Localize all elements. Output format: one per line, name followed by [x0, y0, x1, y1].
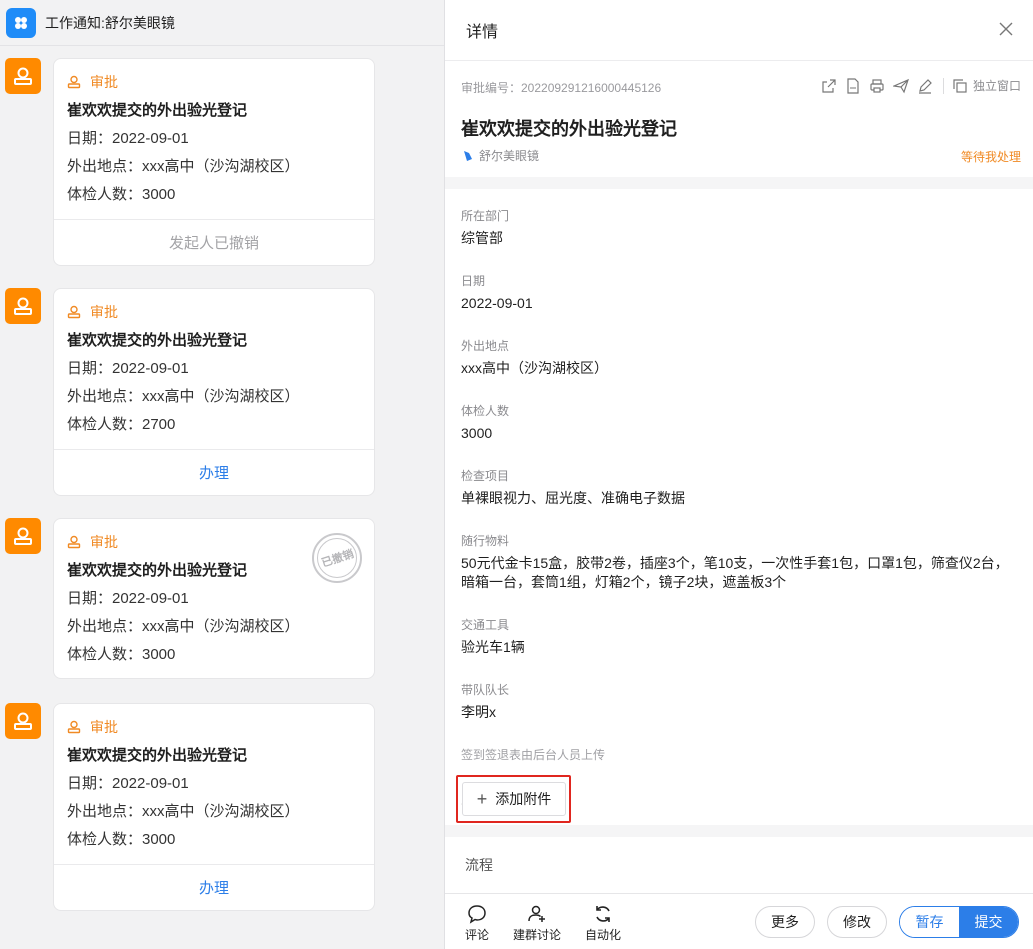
modify-button[interactable]: 修改 — [827, 906, 887, 938]
card-count: 体检人数：2700 — [67, 416, 176, 433]
card-count: 体检人数：3000 — [67, 186, 176, 203]
handle-button[interactable]: 办理 — [54, 449, 374, 495]
card-title: 崔欢欢提交的外出验光登记 — [67, 102, 248, 119]
process-section[interactable]: 流程 — [445, 837, 1033, 893]
revoked-stamp-text: 已撤销 — [319, 548, 355, 570]
approval-title: 崔欢欢提交的外出验光登记 — [461, 119, 677, 139]
close-icon[interactable] — [997, 20, 1015, 38]
approval-card[interactable]: 审批 崔欢欢提交的外出验光登记 日期：2022-09-01 外出地点：xxx高中… — [53, 58, 375, 266]
pdf-icon[interactable] — [845, 77, 861, 94]
detail-toolbar: 独立窗口 — [813, 77, 1021, 94]
approval-tag: 审批 — [67, 303, 374, 321]
organization: 舒尔美眼镜 — [463, 147, 539, 164]
send-icon[interactable] — [892, 78, 909, 94]
detail-header: 详情 — [445, 0, 1033, 61]
detail-panel: 详情 审批编号：202209291216000445126 独立窗口 崔欢欢提交… — [444, 0, 1033, 949]
approval-form: 所在部门 综管部 日期 2022-09-01 外出地点 xxx高中（沙沟湖校区）… — [445, 189, 1033, 825]
conversation-title: 工作通知:舒尔美眼镜 — [45, 14, 175, 31]
save-submit-group: 暂存 提交 — [899, 906, 1019, 938]
card-location: 外出地点：xxx高中（沙沟湖校区） — [67, 803, 300, 820]
field-exam-count: 体检人数 3000 — [461, 404, 510, 441]
approval-card[interactable]: 审批 崔欢欢提交的外出验光登记 日期：2022-09-01 外出地点：xxx高中… — [53, 518, 375, 679]
card-date: 日期：2022-09-01 — [67, 590, 189, 607]
field-team-leader: 带队队长 李明x — [461, 683, 510, 720]
card-count: 体检人数：3000 — [67, 646, 176, 663]
approval-card[interactable]: 审批 崔欢欢提交的外出验光登记 日期：2022-09-01 外出地点：xxx高中… — [53, 703, 375, 911]
status-badge: 等待我处理 — [960, 150, 1021, 164]
plus-icon: + — [476, 789, 488, 809]
revoked-stamp: 已撤销 — [312, 533, 362, 583]
card-date: 日期：2022-09-01 — [67, 775, 189, 792]
comment-action[interactable]: 评论 — [465, 904, 489, 943]
sender-avatar-icon[interactable] — [5, 58, 41, 94]
approval-tag: 审批 — [67, 73, 374, 91]
card-location: 外出地点：xxx高中（沙沟湖校区） — [67, 618, 300, 635]
organization-icon — [464, 150, 472, 161]
sender-avatar-icon[interactable] — [5, 518, 41, 554]
group-add-icon — [528, 905, 545, 922]
stamp-icon — [67, 75, 81, 89]
upload-note: 签到签退表由后台人员上传 — [461, 748, 606, 762]
print-icon[interactable] — [869, 78, 885, 94]
popout-window-icon[interactable] — [952, 78, 968, 94]
card-date: 日期：2022-09-01 — [67, 130, 189, 147]
field-department: 所在部门 综管部 — [461, 209, 510, 246]
card-location: 外出地点：xxx高中（沙沟湖校区） — [67, 158, 300, 175]
stamp-icon — [67, 535, 81, 549]
field-date: 日期 2022-09-01 — [461, 274, 533, 311]
toolbar-divider — [942, 77, 944, 94]
popout-window-button[interactable]: 独立窗口 — [973, 77, 1021, 94]
submit-button[interactable]: 提交 — [959, 907, 1018, 937]
save-draft-button[interactable]: 暂存 — [900, 907, 959, 937]
card-location: 外出地点：xxx高中（沙沟湖校区） — [67, 388, 300, 405]
approval-summary: 审批编号：202209291216000445126 独立窗口 崔欢欢提交的外出… — [445, 61, 1033, 177]
field-location: 外出地点 xxx高中（沙沟湖校区） — [461, 339, 608, 376]
app-logo-icon — [6, 7, 36, 38]
stamp-icon — [67, 305, 81, 319]
approval-serial-number: 审批编号：202209291216000445126 — [461, 81, 662, 95]
share-out-icon[interactable] — [821, 78, 837, 94]
more-button[interactable]: 更多 — [755, 906, 815, 938]
field-exam-items: 检查项目 单裸眼视力、屈光度、准确电子数据 — [461, 469, 685, 506]
handle-button[interactable]: 办理 — [54, 864, 374, 910]
add-attachment-button[interactable]: + 添加附件 — [462, 782, 566, 816]
approval-card[interactable]: 审批 崔欢欢提交的外出验光登记 日期：2022-09-01 外出地点：xxx高中… — [53, 288, 375, 496]
sender-avatar-icon[interactable] — [5, 703, 41, 739]
automation-action[interactable]: 自动化 — [585, 904, 621, 943]
edit-icon[interactable] — [917, 78, 933, 94]
stamp-icon — [67, 720, 81, 734]
highlight-box: + 添加附件 — [456, 775, 571, 823]
comment-icon — [468, 905, 486, 924]
card-date: 日期：2022-09-01 — [67, 360, 189, 377]
action-bar: 评论 建群讨论 自动化 更多 修改 暂存 提交 — [445, 893, 1033, 949]
card-count: 体检人数：3000 — [67, 831, 176, 848]
field-transport: 交通工具 验光车1辆 — [461, 618, 525, 655]
approval-tag: 审批 — [67, 718, 374, 736]
card-title: 崔欢欢提交的外出验光登记 — [67, 747, 248, 764]
refresh-icon — [596, 906, 610, 922]
process-label: 流程 — [465, 857, 493, 873]
card-title: 崔欢欢提交的外出验光登记 — [67, 332, 248, 349]
card-footer-status: 发起人已撤销 — [54, 219, 374, 265]
notification-list-panel: 工作通知:舒尔美眼镜 审批 崔欢欢提交的外出验光登记 日期：2022-09-01… — [0, 0, 444, 949]
group-discuss-action[interactable]: 建群讨论 — [513, 904, 561, 943]
detail-header-title: 详情 — [466, 24, 499, 41]
sender-avatar-icon[interactable] — [5, 288, 41, 324]
field-materials: 随行物料 50元代金卡15盒，胶带2卷，插座3个，笔10支，一次性手套1包，口罩… — [461, 534, 1009, 590]
conversation-header: 工作通知:舒尔美眼镜 — [0, 0, 444, 46]
